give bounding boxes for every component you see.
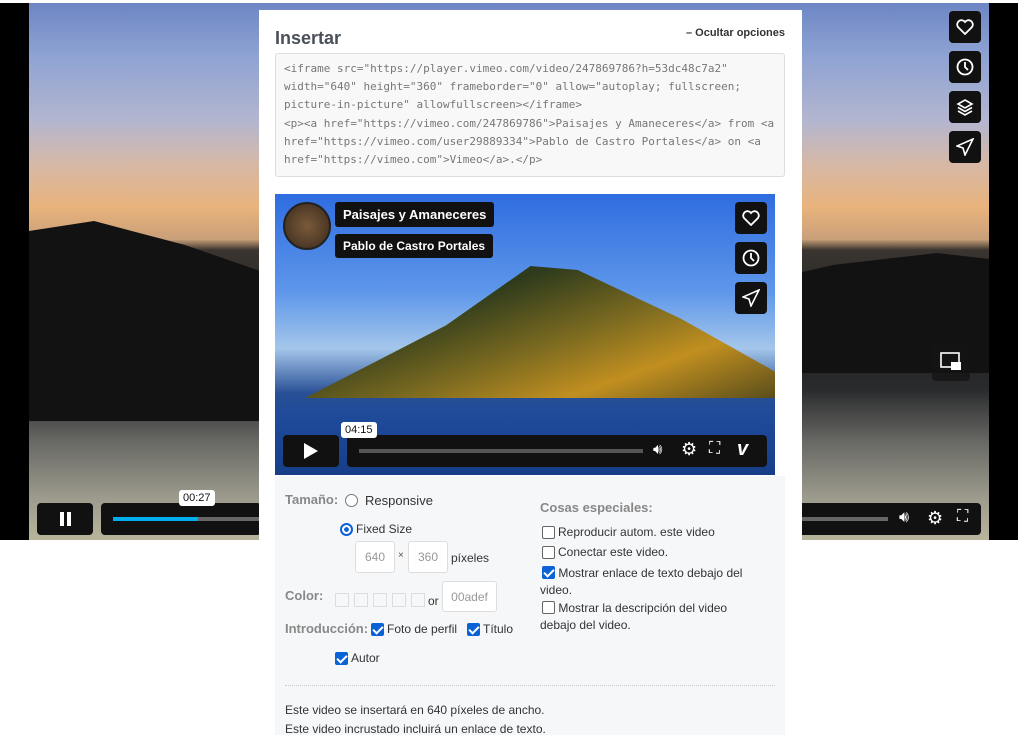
watch-later-button[interactable] (949, 51, 981, 83)
clock-icon (742, 249, 760, 267)
like-button[interactable] (949, 11, 981, 43)
show-link-checkbox[interactable]: Mostrar enlace de texto debajo del video… (540, 565, 765, 599)
embed-title: Insertar (275, 28, 342, 48)
show-desc-checkbox[interactable]: Mostrar la descripción del video debajo … (540, 600, 765, 634)
control-bar-right: 🔊︎ ⚙ ⛶ (795, 503, 981, 535)
title-checkbox[interactable]: Título (467, 622, 513, 636)
play-icon (304, 443, 318, 459)
preview-author[interactable]: Pablo de Castro Portales (335, 234, 494, 258)
heart-icon (956, 19, 974, 35)
show-link-label: Mostrar enlace de texto debajo del video… (540, 566, 743, 597)
vimeo-logo-icon[interactable]: v (737, 438, 748, 461)
responsive-radio[interactable]: Responsive (345, 493, 433, 508)
preview-player[interactable]: Paisajes y Amaneceres Pablo de Castro Po… (275, 194, 775, 475)
volume-icon[interactable]: 🔊︎ (899, 509, 909, 527)
loop-label: Conectar este video. (558, 545, 669, 559)
clock-icon (956, 58, 974, 76)
fixed-size-radio[interactable]: Fixed Size (340, 522, 412, 536)
color-swatch[interactable] (392, 593, 406, 607)
or-label: or (428, 594, 439, 608)
color-swatch[interactable] (411, 593, 425, 607)
preview-control-bar[interactable]: 🔊︎ ⚙ ⛶ v (347, 435, 767, 467)
avatar[interactable] (283, 202, 331, 250)
time-tooltip: 00:27 (179, 490, 215, 506)
settings-icon[interactable]: ⚙ (927, 508, 943, 529)
preview-watch-later-button[interactable] (735, 242, 767, 274)
pixels-label: píxeles (451, 551, 490, 565)
embed-code-textarea[interactable]: <iframe src="https://player.vimeo.com/vi… (275, 53, 785, 177)
send-icon (742, 289, 760, 307)
pause-icon (60, 512, 71, 526)
heart-icon (742, 210, 760, 226)
special-label: Cosas especiales: (540, 500, 653, 515)
author-label: Autor (351, 651, 380, 665)
progress-track (795, 517, 888, 521)
fullscreen-icon[interactable]: ⛶ (957, 508, 968, 526)
color-swatch[interactable] (354, 593, 368, 607)
preview-time-tooltip: 04:15 (341, 422, 377, 438)
height-input[interactable]: 360 (408, 541, 448, 573)
hide-options-link[interactable]: – Ocultar opciones (686, 27, 785, 39)
title-label: Título (483, 622, 514, 636)
profile-checkbox[interactable]: Foto de perfil (371, 622, 457, 636)
fullscreen-icon[interactable]: ⛶ (709, 440, 720, 458)
send-icon (956, 138, 974, 156)
layers-icon (956, 99, 974, 116)
volume-icon[interactable]: 🔊︎ (653, 441, 662, 458)
color-swatch[interactable] (373, 593, 387, 607)
author-checkbox[interactable]: Autor (335, 651, 380, 665)
color-label: Color: (285, 588, 324, 603)
fixed-size-label: Fixed Size (356, 522, 413, 536)
picture-in-picture-icon (940, 352, 961, 370)
settings-icon[interactable]: ⚙ (681, 439, 697, 460)
link-note: Este video incrustado incluirá un enlace… (285, 722, 546, 736)
pause-button[interactable] (37, 503, 93, 535)
responsive-label: Responsive (365, 493, 433, 508)
width-input[interactable]: 640 (355, 541, 395, 573)
preview-like-button[interactable] (735, 202, 767, 234)
progress-fill (113, 517, 199, 521)
autoplay-label: Reproducir autom. este video (558, 525, 715, 539)
collections-button[interactable] (949, 91, 981, 123)
share-button[interactable] (949, 131, 981, 163)
autoplay-checkbox[interactable]: Reproducir autom. este video (542, 525, 715, 539)
preview-share-button[interactable] (735, 282, 767, 314)
preview-mountain (305, 266, 775, 398)
preview-play-button[interactable] (283, 435, 339, 467)
pip-button[interactable] (932, 343, 970, 381)
preview-progress-track[interactable] (359, 449, 643, 453)
embed-options: Tamaño: Responsive Fixed Size 640 × 360 … (275, 476, 785, 736)
loop-checkbox[interactable]: Conectar este video. (542, 545, 668, 559)
size-label: Tamaño: (285, 492, 339, 507)
intro-label: Introducción: (285, 621, 369, 636)
embed-panel: Insertar – Ocultar opciones <iframe src=… (259, 10, 802, 750)
width-note: Este video se insertará en 640 píxeles d… (285, 703, 545, 717)
divider (285, 685, 775, 686)
preview-title[interactable]: Paisajes y Amaneceres (335, 202, 495, 227)
show-desc-label: Mostrar la descripción del video debajo … (540, 601, 728, 632)
color-swatch[interactable] (335, 593, 349, 607)
progress-bar[interactable] (101, 503, 261, 535)
times-sign: × (398, 550, 404, 561)
profile-label: Foto de perfil (387, 622, 458, 636)
color-input[interactable]: 00adef (442, 581, 497, 612)
